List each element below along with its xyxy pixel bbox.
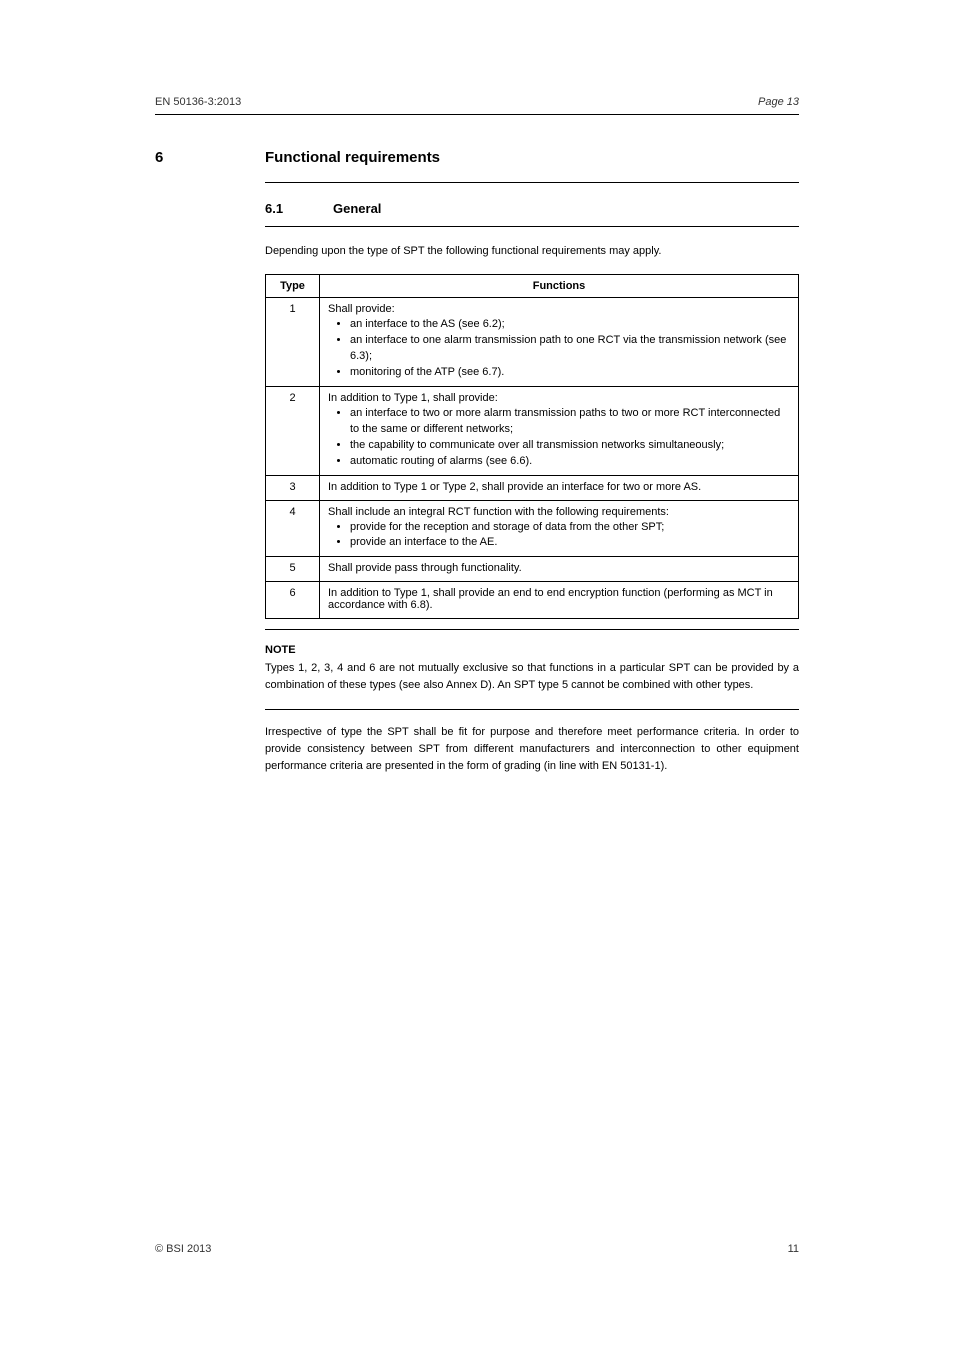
note-bottom-rule: [265, 709, 799, 710]
table-header-functions: Functions: [320, 275, 799, 298]
list-item: an interface to two or more alarm transm…: [350, 406, 790, 438]
type-cell: 2: [266, 386, 320, 475]
functions-label: Shall provide pass through functionality…: [328, 562, 790, 574]
table-row: 3 In addition to Type 1 or Type 2, shall…: [266, 475, 799, 500]
table-row: 2 In addition to Type 1, shall provide: …: [266, 386, 799, 475]
note-label: NOTE: [265, 644, 799, 656]
table-header-type: Type: [266, 275, 320, 298]
page-header: EN 50136-3:2013 Page 13: [155, 96, 799, 108]
functions-list: an interface to two or more alarm transm…: [328, 406, 790, 470]
note-rule: [265, 629, 799, 630]
note-text: Types 1, 2, 3, 4 and 6 are not mutually …: [265, 660, 799, 694]
type-cell: 4: [266, 500, 320, 557]
subsection-number: 6.1: [265, 201, 333, 216]
list-item: provide for the reception and storage of…: [350, 520, 790, 536]
functions-cell: In addition to Type 1, shall provide: an…: [320, 386, 799, 475]
subsection-title: 6.1General: [265, 201, 799, 216]
footer-page-number: 11: [788, 1243, 799, 1255]
functions-cell: Shall provide pass through functionality…: [320, 557, 799, 582]
functions-label: Shall include an integral RCT function w…: [328, 506, 790, 518]
functions-label: Shall provide:: [328, 303, 790, 315]
functions-list: provide for the reception and storage of…: [328, 520, 790, 552]
intro-paragraph: Depending upon the type of SPT the follo…: [265, 243, 799, 260]
list-item: monitoring of the ATP (see 6.7).: [350, 365, 790, 381]
table-row: 5 Shall provide pass through functionali…: [266, 557, 799, 582]
footer-copyright: © BSI 2013: [155, 1243, 211, 1255]
type-cell: 5: [266, 557, 320, 582]
list-item: the capability to communicate over all t…: [350, 438, 790, 454]
type-cell: 1: [266, 298, 320, 387]
table-row: 1 Shall provide: an interface to the AS …: [266, 298, 799, 387]
subsection-top-rule: [265, 182, 799, 183]
section-number: 6: [155, 149, 265, 166]
header-rule: [155, 114, 799, 115]
list-item: an interface to one alarm transmission p…: [350, 333, 790, 365]
subsection-name: General: [333, 201, 381, 216]
table-row: 6 In addition to Type 1, shall provide a…: [266, 582, 799, 619]
functions-cell: In addition to Type 1, shall provide an …: [320, 582, 799, 619]
functions-cell: Shall include an integral RCT function w…: [320, 500, 799, 557]
header-doc-ref: EN 50136-3:2013: [155, 96, 241, 108]
section-name: Functional requirements: [265, 149, 440, 166]
list-item: automatic routing of alarms (see 6.6).: [350, 454, 790, 470]
type-cell: 3: [266, 475, 320, 500]
table-header-row: Type Functions: [266, 275, 799, 298]
page-footer: © BSI 2013 11: [155, 1243, 799, 1255]
section-title: 6Functional requirements: [155, 149, 799, 166]
type-cell: 6: [266, 582, 320, 619]
functions-label: In addition to Type 1, shall provide:: [328, 392, 790, 404]
subsection-bottom-rule: [265, 226, 799, 227]
functions-label: In addition to Type 1, shall provide an …: [328, 587, 790, 611]
functions-table: Type Functions 1 Shall provide: an inter…: [265, 274, 799, 619]
functions-cell: In addition to Type 1 or Type 2, shall p…: [320, 475, 799, 500]
closing-paragraph: Irrespective of type the SPT shall be fi…: [265, 724, 799, 775]
header-page-hint: Page 13: [758, 96, 799, 108]
list-item: an interface to the AS (see 6.2);: [350, 317, 790, 333]
functions-label: In addition to Type 1 or Type 2, shall p…: [328, 481, 790, 493]
functions-cell: Shall provide: an interface to the AS (s…: [320, 298, 799, 387]
list-item: provide an interface to the AE.: [350, 535, 790, 551]
table-row: 4 Shall include an integral RCT function…: [266, 500, 799, 557]
functions-list: an interface to the AS (see 6.2); an int…: [328, 317, 790, 381]
